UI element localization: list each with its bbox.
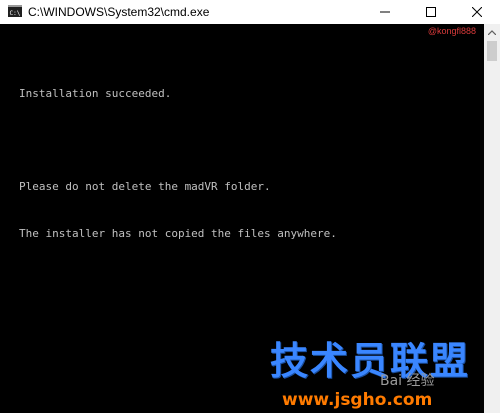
console-line: Please do not delete the madVR folder. (19, 180, 271, 193)
svg-text:C:\: C:\ (10, 10, 21, 17)
window-title: C:\WINDOWS\System32\cmd.exe (28, 5, 210, 19)
logo-chinese-text: 技术员联盟 (270, 339, 471, 383)
cmd-window: C:\ C:\WINDOWS\System32\cmd.exe @kongfl8… (0, 0, 500, 413)
console-line: The installer has not copied the files a… (19, 226, 337, 240)
cmd-console-icon: C:\ (8, 5, 22, 17)
scroll-thumb[interactable] (487, 41, 497, 61)
logo-sub-text: Bai 经验 (380, 373, 435, 389)
scroll-up-button[interactable] (484, 24, 500, 40)
scroll-up-arrow-icon (488, 29, 496, 35)
console-text: Installation succeeded. Please do not de… (19, 55, 337, 272)
maximize-icon (426, 7, 436, 17)
console-line: Installation succeeded. (19, 87, 172, 100)
site-logo-watermark: 技术员联盟 Bai 经验 www.jsgho.com (270, 340, 496, 410)
maximize-button[interactable] (408, 0, 454, 24)
close-icon (472, 7, 482, 17)
author-watermark: @kongfl888 (427, 26, 476, 36)
logo-url-text: www.jsgho.com (282, 390, 433, 410)
close-button[interactable] (454, 0, 500, 24)
title-bar[interactable]: C:\ C:\WINDOWS\System32\cmd.exe (0, 0, 500, 24)
minimize-icon (380, 11, 390, 13)
minimize-button[interactable] (362, 0, 408, 24)
